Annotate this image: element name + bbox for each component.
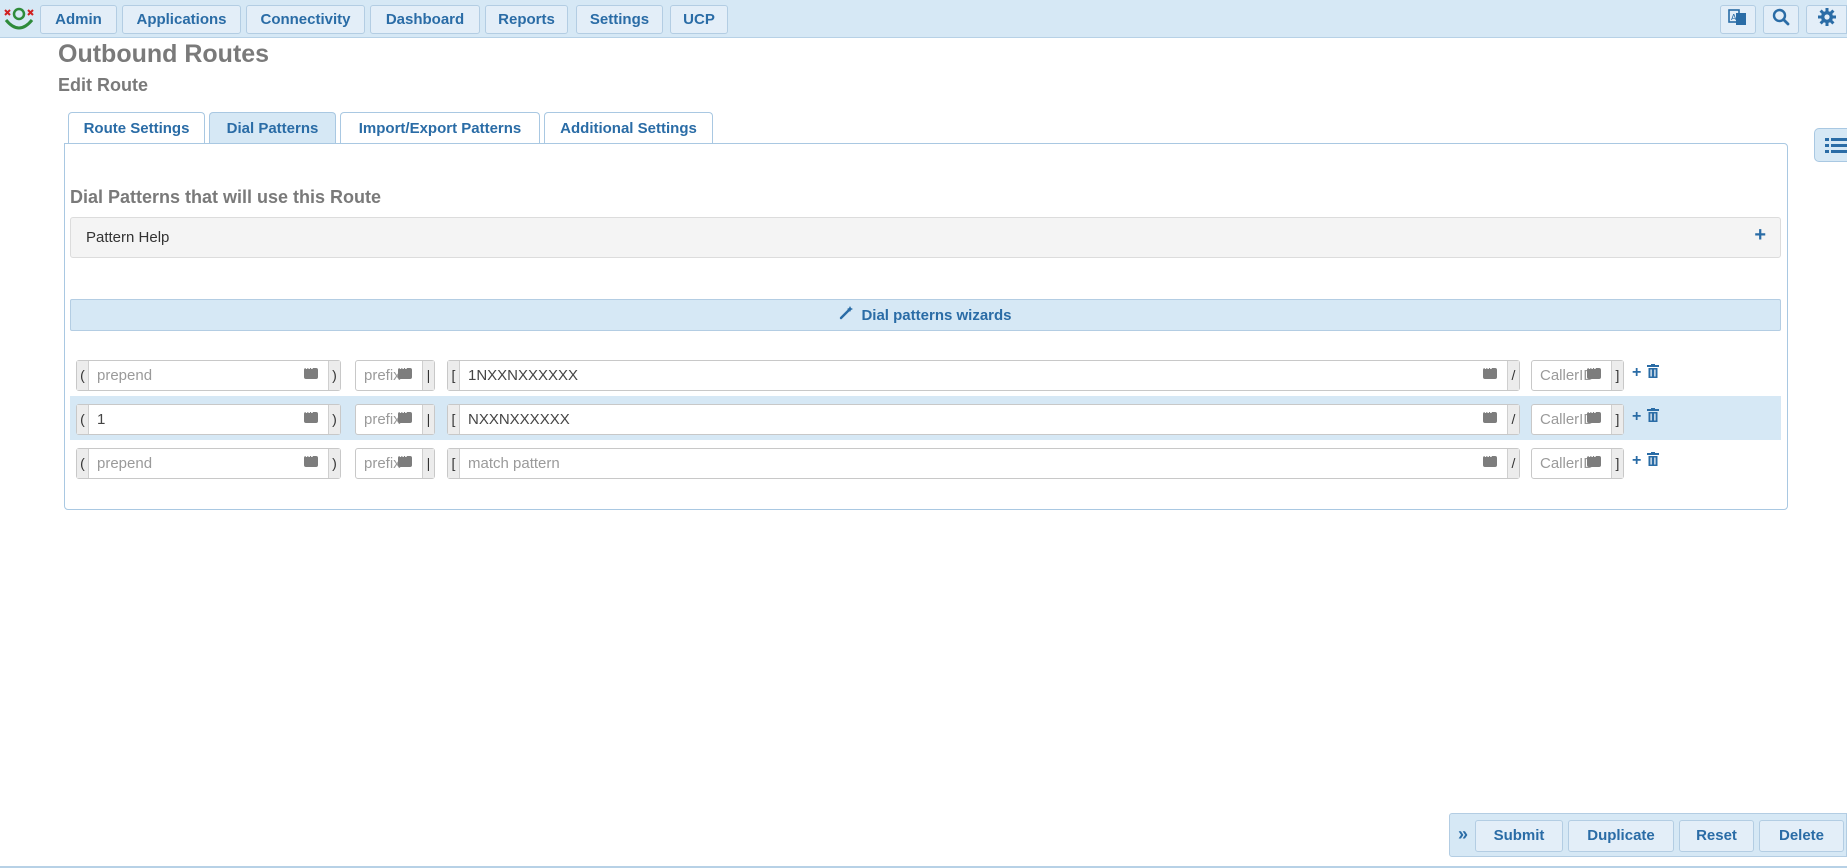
prefix-input[interactable]: prefix [356, 405, 422, 434]
callerid-close-bracket: ] [1611, 361, 1623, 390]
page-title: Outbound Routes [58, 40, 270, 68]
prepend-close-bracket: ) [328, 405, 340, 434]
dial-pattern-row: ()prepend |prefix [ /match pattern ]CallerID… [70, 440, 1781, 484]
magic-wand-icon [839, 306, 854, 324]
prepend-open-bracket: ( [77, 405, 89, 434]
nav-reports[interactable]: Reports [485, 5, 568, 34]
keyboard-icon[interactable] [1483, 451, 1497, 467]
settings-gear-button[interactable] [1806, 5, 1847, 34]
keyboard-icon[interactable] [1483, 363, 1497, 379]
dial-patterns-wizard-button[interactable]: Dial patterns wizards [70, 299, 1781, 331]
keyboard-icon[interactable] [1587, 407, 1601, 423]
page-subtitle: Edit Route [58, 75, 148, 95]
nav-dashboard[interactable]: Dashboard [370, 5, 480, 34]
prepend-group: () 1 [76, 404, 341, 435]
keyboard-icon[interactable] [398, 407, 412, 423]
nav-connectivity[interactable]: Connectivity [246, 5, 365, 34]
gear-icon [1817, 7, 1837, 32]
prefix-close-bracket: | [422, 405, 434, 434]
search-button[interactable] [1763, 5, 1799, 34]
language-icon: A [1728, 8, 1748, 31]
prepend-close-bracket: ) [328, 361, 340, 390]
match-pattern-close-bracket: / [1507, 405, 1519, 434]
dial-pattern-row: ()1 |prefix [ /NXXNXXXXXX ]CallerID + [70, 396, 1781, 440]
match-pattern-group: [ /1NXXNXXXXXX [447, 360, 1520, 391]
callerid-group: ] CallerID [1531, 448, 1624, 479]
prefix-group: | prefix [355, 404, 435, 435]
match-pattern-group: [ / NXXNXXXXXX [447, 404, 1520, 435]
match-pattern-group: [ / match pattern [447, 448, 1520, 479]
keyboard-icon[interactable] [1483, 407, 1497, 423]
keyboard-icon[interactable] [304, 451, 318, 467]
match-pattern-open-bracket: [ [448, 449, 460, 478]
trash-icon[interactable] [1647, 452, 1659, 471]
nav-admin[interactable]: Admin [40, 5, 117, 34]
submit-button[interactable]: Submit [1475, 820, 1563, 852]
search-icon [1772, 8, 1790, 31]
side-menu-toggle[interactable] [1814, 128, 1847, 162]
pattern-help-label: Pattern Help [86, 229, 170, 246]
tab-import-export-patterns[interactable]: Import/Export Patterns [340, 112, 540, 144]
nav-settings[interactable]: Settings [576, 5, 663, 34]
pattern-help-toggle[interactable]: Pattern Help + [70, 217, 1781, 258]
keyboard-icon[interactable] [304, 407, 318, 423]
prepend-open-bracket: ( [77, 449, 89, 478]
nav-applications[interactable]: Applications [122, 5, 241, 34]
tab-dial-patterns[interactable]: Dial Patterns [209, 112, 336, 145]
top-nav-bar: Admin Applications Connectivity Dashboar… [0, 0, 1847, 38]
dial-pattern-row: ()prepend |prefix [ /1NXXNXXXXXX ]CallerID + [70, 352, 1781, 396]
prefix-close-bracket: | [422, 449, 434, 478]
delete-button[interactable]: Delete [1759, 820, 1844, 852]
freepbx-logo[interactable] [2, 6, 36, 32]
keyboard-icon[interactable] [1587, 451, 1601, 467]
list-icon [1825, 137, 1847, 160]
prefix-group: | prefix [355, 448, 435, 479]
prefix-close-bracket: | [422, 361, 434, 390]
trash-icon[interactable] [1647, 364, 1659, 383]
language-button[interactable]: A [1720, 5, 1756, 34]
floating-action-bar: » Submit Duplicate Reset Delete [1449, 813, 1847, 857]
keyboard-icon[interactable] [398, 363, 412, 379]
prepend-group: () prepend [76, 448, 341, 479]
prefix-group: | prefix [355, 360, 435, 391]
plus-icon: + [1754, 224, 1766, 246]
match-pattern-input[interactable]: 1NXXNXXXXXX [460, 361, 1507, 390]
match-pattern-open-bracket: [ [448, 405, 460, 434]
wizard-label: Dial patterns wizards [861, 306, 1012, 324]
nav-ucp[interactable]: UCP [670, 5, 728, 34]
callerid-group: ] CallerID [1531, 360, 1624, 391]
add-pattern-icon[interactable]: + [1632, 364, 1641, 382]
add-pattern-icon[interactable]: + [1632, 452, 1641, 470]
section-heading: Dial Patterns that will use this Route [70, 187, 382, 207]
prepend-open-bracket: ( [77, 361, 89, 390]
keyboard-icon[interactable] [1587, 363, 1601, 379]
match-pattern-input[interactable]: match pattern [460, 449, 1507, 478]
match-pattern-close-bracket: / [1507, 449, 1519, 478]
tab-additional-settings[interactable]: Additional Settings [544, 112, 713, 144]
add-pattern-icon[interactable]: + [1632, 408, 1641, 426]
match-pattern-open-bracket: [ [448, 361, 460, 390]
prefix-input[interactable]: prefix [356, 361, 422, 390]
keyboard-icon[interactable] [398, 451, 412, 467]
callerid-group: ] CallerID [1531, 404, 1624, 435]
prepend-input[interactable]: 1 [89, 405, 328, 434]
trash-icon[interactable] [1647, 408, 1659, 427]
callerid-close-bracket: ] [1611, 405, 1623, 434]
match-pattern-close-bracket: / [1507, 361, 1519, 390]
tab-route-settings[interactable]: Route Settings [68, 112, 205, 144]
collapse-chevron-icon[interactable]: » [1458, 824, 1468, 845]
reset-button[interactable]: Reset [1679, 820, 1754, 852]
match-pattern-input[interactable]: NXXNXXXXXX [460, 405, 1507, 434]
prepend-input[interactable]: prepend [89, 361, 328, 390]
keyboard-icon[interactable] [304, 363, 318, 379]
duplicate-button[interactable]: Duplicate [1568, 820, 1674, 852]
callerid-close-bracket: ] [1611, 449, 1623, 478]
prefix-input[interactable]: prefix [356, 449, 422, 478]
prepend-close-bracket: ) [328, 449, 340, 478]
svg-text:A: A [1731, 13, 1737, 22]
prepend-input[interactable]: prepend [89, 449, 328, 478]
prepend-group: () prepend [76, 360, 341, 391]
